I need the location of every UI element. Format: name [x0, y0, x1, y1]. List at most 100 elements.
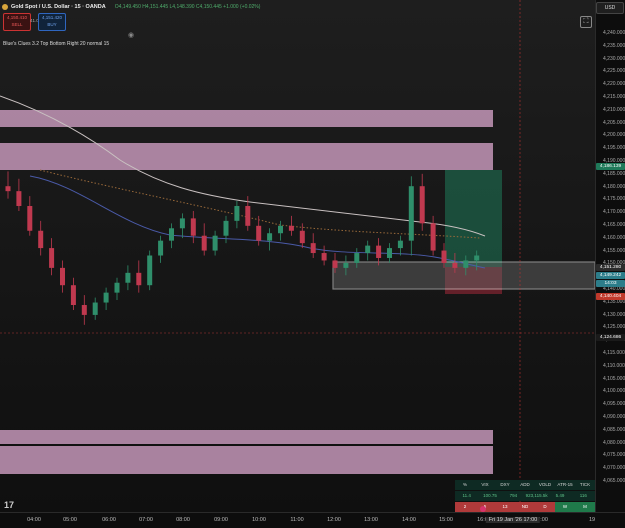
table-cell: ADD	[520, 482, 530, 487]
table-cell: VOLD	[538, 482, 552, 487]
candle-body	[452, 262, 458, 268]
time-label: 11:00	[290, 517, 304, 523]
time-label: 09:00	[214, 517, 228, 523]
table-cell: 2	[455, 502, 475, 512]
candle-body	[190, 218, 196, 236]
candles-group	[5, 171, 480, 325]
time-label: 05:00	[63, 517, 77, 523]
price-tick: 4,105.000	[603, 375, 625, 382]
price-tick: 4,235.000	[603, 42, 625, 49]
table-cell: 11.4	[462, 493, 471, 498]
candle-body	[147, 255, 153, 286]
currency-button[interactable]: USD	[596, 2, 624, 14]
buy-button[interactable]: 4,151.420 BUY	[38, 13, 66, 31]
candle-body	[60, 267, 65, 286]
price-tick: 4,205.000	[603, 119, 625, 126]
sell-button[interactable]: 4,150.410 SELL	[3, 13, 31, 31]
time-label: 06:00	[102, 517, 116, 523]
price-tick: 4,110.000	[603, 362, 625, 369]
buy-price: 4,151.420	[41, 15, 63, 20]
time-label: 12:00	[327, 517, 341, 523]
candle-body	[212, 235, 218, 251]
price-tick: 4,125.000	[603, 324, 625, 331]
table-cell: D	[535, 502, 555, 512]
table-cell: ND	[515, 502, 535, 512]
candle-body	[201, 235, 207, 251]
price-tick: 4,065.000	[603, 478, 625, 484]
candle-body	[5, 186, 11, 192]
candle-body	[158, 240, 164, 256]
eye-icon[interactable]: ◉	[128, 31, 134, 39]
candle-body	[234, 206, 240, 221]
table-cell: DXY	[500, 482, 510, 487]
candle-body	[169, 228, 174, 241]
time-label: 15:00	[439, 517, 453, 523]
tradingview-logo-icon: 17	[4, 500, 15, 510]
table-cell: 5.49	[555, 493, 565, 498]
table-cell: 794	[509, 493, 518, 498]
price-tick: 4,185.000	[603, 170, 625, 177]
table-header-row: % VIX DXY ADD VOLD ATR-15 TICK	[455, 480, 595, 490]
candle-body	[288, 225, 294, 231]
chart-canvas[interactable]	[0, 0, 595, 512]
symbol-header: Gold Spot / U.S. Dollar · 15 · OANDA O4,…	[0, 0, 260, 14]
table-cell: W	[555, 502, 575, 512]
table-cell: 116	[579, 493, 587, 498]
candle-body	[92, 302, 98, 315]
table-cell: 923,115.5k	[525, 493, 548, 498]
price-tag: 4,151.280	[596, 264, 625, 271]
price-tick: 4,200.000	[603, 132, 625, 139]
time-label: 13:00	[364, 517, 378, 523]
candle-body	[397, 240, 403, 249]
time-label: 10:00	[252, 517, 266, 523]
candle-body	[16, 191, 22, 207]
candle-body	[245, 206, 251, 226]
price-tag: 4,124.686	[596, 334, 625, 341]
market-table: % VIX DXY ADD VOLD ATR-15 TICK 11.4 100.75 794 92…	[455, 480, 595, 513]
price-axis[interactable]	[595, 0, 625, 512]
symbol-title[interactable]: Gold Spot / U.S. Dollar · 15 · OANDA	[11, 4, 106, 10]
price-tick: 4,165.000	[603, 222, 625, 228]
price-tick: 4,230.000	[603, 55, 625, 62]
candle-body	[136, 272, 142, 286]
buy-label: BUY	[47, 22, 57, 27]
candle-body	[419, 186, 425, 224]
price-tick: 4,195.000	[603, 145, 625, 152]
candle-body	[408, 186, 414, 241]
price-tick: 4,155.000	[603, 247, 625, 254]
table-status-row: 2513NDDWM	[455, 502, 595, 512]
price-tick: 4,085.000	[603, 426, 625, 433]
candle-body	[179, 218, 185, 229]
indicator-label[interactable]: Blue's Clues 3.2 Top Bottom Right 20 nor…	[3, 41, 109, 47]
sell-price: 4,150.410	[6, 15, 28, 20]
ohlc-readout: O4,149.450 H4,151.445 L4,148.390 C4,150.…	[114, 4, 261, 10]
candle-body	[354, 253, 360, 263]
table-cell: TICK	[579, 482, 591, 487]
table-cell: 100.75	[483, 493, 497, 498]
candle-body	[299, 230, 305, 244]
candle-body	[103, 292, 109, 303]
price-tag: 4,186.139	[596, 163, 625, 170]
candle-body	[376, 245, 382, 258]
table-cell: ATR-15	[557, 482, 573, 487]
candle-body	[310, 243, 316, 254]
candle-body	[114, 282, 120, 293]
price-tick: 4,080.000	[603, 439, 625, 446]
table-cell: %	[462, 482, 467, 487]
lower-zone-2	[0, 446, 493, 474]
fullscreen-icon[interactable]: ⛶	[580, 16, 592, 28]
candle-body	[278, 225, 283, 234]
candle-body	[81, 305, 87, 315]
candle-body	[463, 260, 469, 268]
current-time-label: Fri 19 Jan '26 17:00	[485, 517, 541, 523]
price-tick: 4,240.000	[603, 30, 625, 36]
price-tick: 4,210.000	[603, 106, 625, 113]
candle-body	[332, 260, 338, 268]
candle-body	[441, 250, 447, 263]
table-cell: VIX	[481, 482, 489, 487]
chart-window: Gold Spot / U.S. Dollar · 15 · OANDA O4,…	[0, 0, 625, 528]
target-zone[interactable]	[445, 170, 502, 267]
candle-body	[27, 206, 33, 231]
upper-zone-2	[0, 143, 493, 170]
time-label: 14:00	[402, 517, 416, 523]
